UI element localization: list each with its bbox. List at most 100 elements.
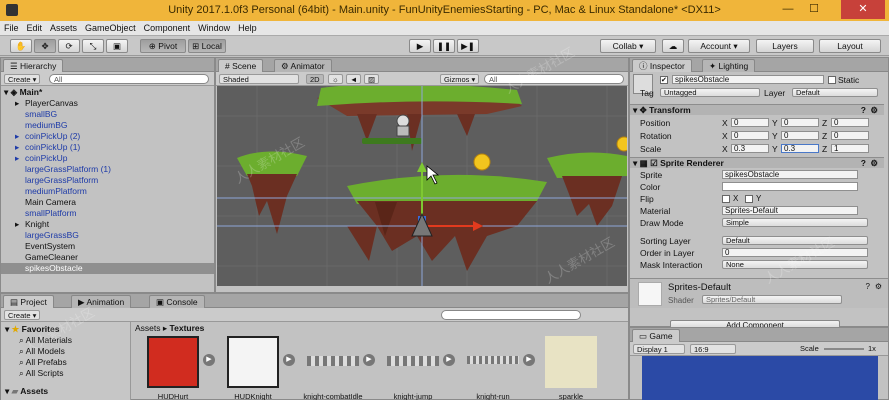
hierarchy-create-button[interactable]: Create ▾ — [4, 74, 41, 84]
project-create-button[interactable]: Create ▾ — [4, 310, 41, 320]
play-arrow-icon[interactable]: ▶ — [523, 354, 535, 366]
menu-window[interactable]: Window — [194, 21, 234, 35]
sorting-layer-dropdown[interactable]: Default — [722, 236, 868, 245]
rotate-tool-button[interactable]: ⟳ — [58, 39, 80, 53]
hierarchy-item[interactable]: largeGrassBG — [1, 230, 214, 241]
gear-icon[interactable]: ⚙ — [875, 282, 882, 291]
play-arrow-icon[interactable]: ▶ — [283, 354, 295, 366]
sprite-field[interactable]: spikesObstacle — [722, 170, 858, 179]
effects-toggle[interactable]: ▨ — [364, 74, 380, 84]
favorite-item[interactable]: ⌕ All Materials — [19, 335, 72, 346]
play-arrow-icon[interactable]: ▶ — [203, 354, 215, 366]
hierarchy-item[interactable]: largeGrassPlatform — [1, 175, 214, 186]
scene-root-row[interactable]: ▾ ◈ Main* — [1, 87, 214, 98]
tab-animator[interactable]: ⚙ Animator — [274, 59, 332, 72]
expand-arrow-icon[interactable]: ▸ — [15, 131, 25, 142]
hierarchy-item[interactable]: smallPlatform — [1, 208, 214, 219]
gear-icon[interactable]: ⚙ — [870, 158, 878, 169]
favorites-row[interactable]: ▾ ★ Favorites — [5, 324, 59, 335]
local-toggle[interactable]: ⊞ Local — [188, 39, 226, 53]
menu-assets[interactable]: Assets — [46, 21, 81, 35]
pause-button[interactable]: ❚❚ — [433, 39, 455, 53]
order-in-layer-field[interactable]: 0 — [722, 248, 868, 257]
scene-viewport[interactable] — [217, 86, 627, 286]
transform-x-field[interactable]: 0 — [731, 131, 769, 140]
material-field[interactable]: Sprites-Default — [722, 206, 858, 215]
tab-scene[interactable]: # Scene — [218, 59, 264, 72]
menu-help[interactable]: Help — [234, 21, 261, 35]
hand-tool-button[interactable]: ✋ — [10, 39, 32, 53]
cloud-button[interactable]: ☁ — [662, 39, 684, 53]
active-checkbox[interactable]: ✔ — [660, 76, 668, 84]
favorite-item[interactable]: ⌕ All Scripts — [19, 368, 63, 379]
enabled-checkbox-icon[interactable]: ☑ — [650, 158, 658, 168]
hierarchy-search-input[interactable]: All — [49, 74, 209, 84]
help-icon[interactable]: ? — [861, 105, 866, 116]
hierarchy-item[interactable]: EventSystem — [1, 241, 214, 252]
game-viewport[interactable] — [642, 356, 878, 400]
expand-arrow-icon[interactable]: ▸ — [15, 153, 25, 164]
maximize-button[interactable]: ☐ — [801, 0, 827, 19]
pivot-toggle[interactable]: ⊕ Pivot — [140, 39, 186, 53]
tab-console[interactable]: ▣ Console — [149, 295, 205, 308]
hierarchy-item[interactable]: GameCleaner — [1, 252, 214, 263]
mask-interaction-dropdown[interactable]: None — [722, 260, 868, 269]
favorite-item[interactable]: ⌕ All Prefabs — [19, 357, 67, 368]
expand-arrow-icon[interactable]: ▸ — [15, 142, 25, 153]
help-icon[interactable]: ? — [861, 158, 866, 169]
tab-animation[interactable]: ▶ Animation — [71, 295, 132, 308]
layout-dropdown[interactable]: Layout — [819, 39, 881, 53]
transform-z-field[interactable]: 0 — [831, 131, 869, 140]
expand-arrow-icon[interactable]: ▸ — [15, 219, 25, 230]
transform-y-field[interactable]: 0 — [781, 118, 819, 127]
minimize-button[interactable]: — — [775, 0, 801, 19]
hierarchy-item[interactable]: ▸ PlayerCanvas — [1, 98, 214, 109]
display-dropdown[interactable]: Display 1 — [633, 344, 685, 354]
expand-arrow-icon[interactable]: ▸ — [15, 98, 25, 109]
hierarchy-item[interactable]: ▸ Knight — [1, 219, 214, 230]
assets-root-row[interactable]: ▾ ▰ Assets — [5, 386, 48, 397]
transform-y-field[interactable]: 0.3 — [781, 144, 819, 153]
transform-z-field[interactable]: 0 — [831, 118, 869, 127]
gear-icon[interactable]: ⚙ — [870, 105, 878, 116]
play-arrow-icon[interactable]: ▶ — [363, 354, 375, 366]
flip-x-checkbox[interactable] — [722, 195, 730, 203]
color-field[interactable] — [722, 182, 858, 191]
static-checkbox[interactable] — [828, 76, 836, 84]
transform-y-field[interactable]: 0 — [781, 131, 819, 140]
scene-search-input[interactable]: All — [484, 74, 624, 84]
hierarchy-item[interactable]: ▸ coinPickUp (1) — [1, 142, 214, 153]
sprite-renderer-header[interactable]: ▾ ▦ ☑ Sprite Renderer ? ⚙ — [630, 157, 884, 168]
tab-lighting[interactable]: ✦ Lighting — [702, 59, 756, 72]
shader-dropdown[interactable]: Sprites/Default — [702, 295, 842, 304]
transform-x-field[interactable]: 0.3 — [731, 144, 769, 153]
project-search-input[interactable] — [441, 310, 581, 320]
tab-game[interactable]: ▭ Game — [632, 329, 680, 342]
shading-dropdown[interactable]: Shaded — [219, 74, 299, 84]
transform-header[interactable]: ▾ ✥ Transform ? ⚙ — [630, 104, 884, 115]
hierarchy-item[interactable]: spikesObstacle — [1, 263, 214, 274]
play-arrow-icon[interactable]: ▶ — [443, 354, 455, 366]
layer-dropdown[interactable]: Default — [792, 88, 878, 97]
layers-dropdown[interactable]: Layers — [756, 39, 814, 53]
hierarchy-item[interactable]: mediumPlatform — [1, 186, 214, 197]
play-button[interactable]: ▶ — [409, 39, 431, 53]
hierarchy-item[interactable]: smallBG — [1, 109, 214, 120]
lighting-toggle[interactable]: ☼ — [328, 74, 343, 84]
menu-gameobject[interactable]: GameObject — [81, 21, 140, 35]
transform-z-field[interactable]: 1 — [831, 144, 869, 153]
tab-inspector[interactable]: ⓘ Inspector — [632, 59, 692, 72]
close-button[interactable]: ✕ — [841, 0, 885, 19]
scale-tool-button[interactable]: ⤡ — [82, 39, 104, 53]
aspect-dropdown[interactable]: 16:9 — [690, 344, 736, 354]
draw-mode-dropdown[interactable]: Simple — [722, 218, 868, 227]
audio-toggle[interactable]: ◄ — [346, 74, 362, 84]
help-icon[interactable]: ? — [866, 282, 870, 291]
gizmos-dropdown[interactable]: Gizmos ▾ — [440, 74, 480, 84]
move-tool-button[interactable]: ✥ — [34, 39, 56, 53]
account-button[interactable]: Account ▾ — [688, 39, 750, 53]
tab-hierarchy[interactable]: ☰ Hierarchy — [3, 59, 64, 72]
object-name-field[interactable]: spikesObstacle — [672, 75, 824, 84]
menu-file[interactable]: File — [0, 21, 23, 35]
hierarchy-item[interactable]: Main Camera — [1, 197, 214, 208]
